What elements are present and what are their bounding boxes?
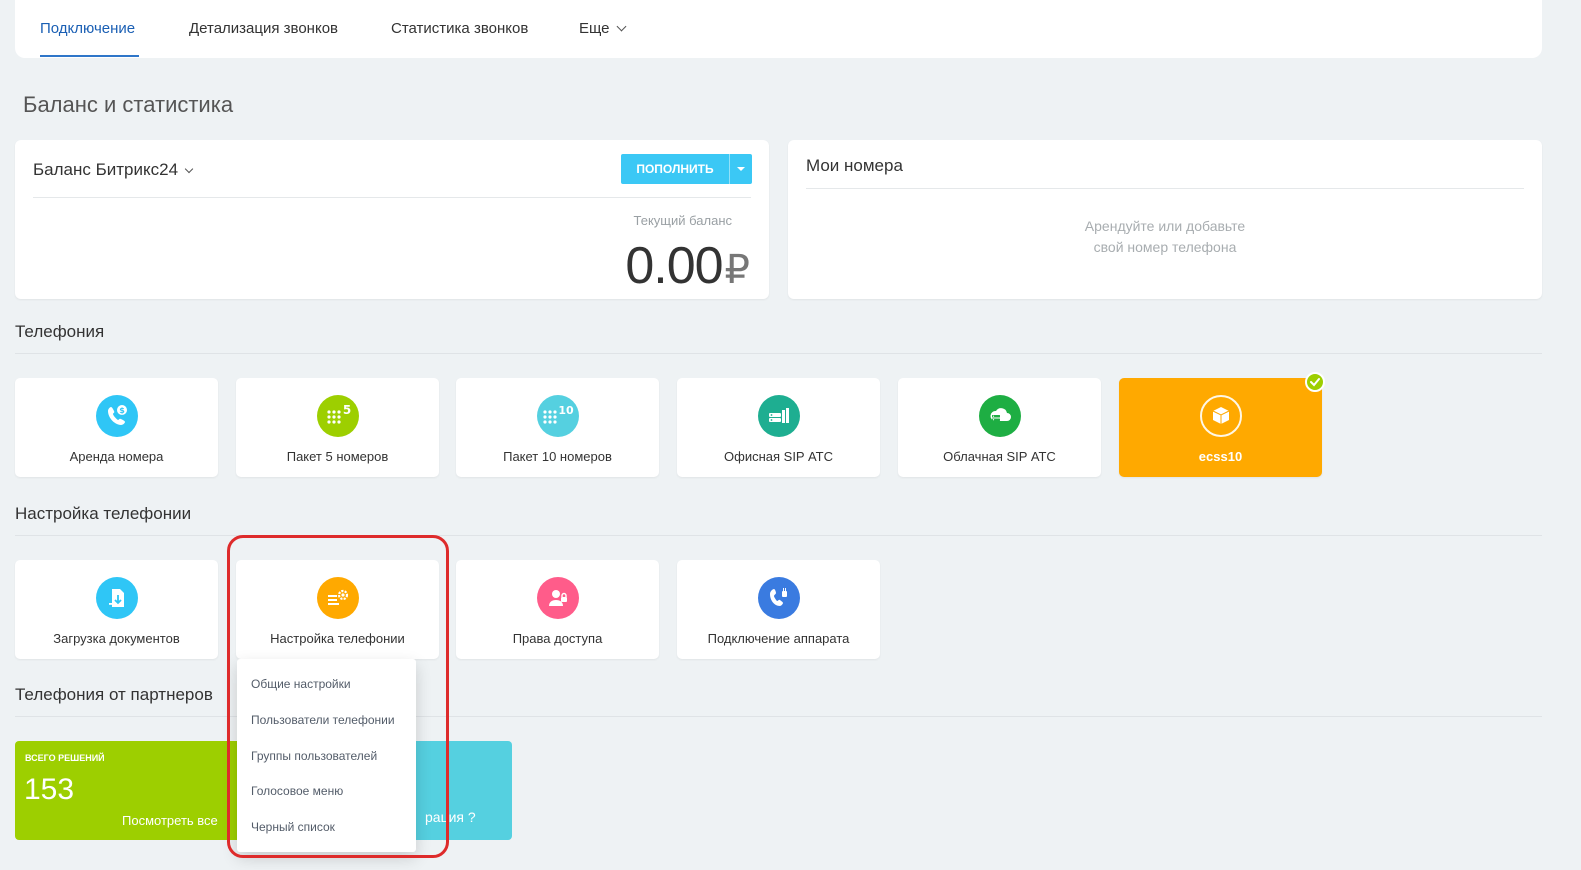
tile-label: Подключение аппарата bbox=[707, 631, 850, 646]
my-numbers-card: Мои номера Арендуйте или добавьте свой н… bbox=[788, 140, 1542, 299]
section-divider bbox=[15, 353, 1542, 354]
empty-line-2: свой номер телефона bbox=[1093, 239, 1237, 255]
tab-connection[interactable]: Подключение bbox=[40, 20, 135, 37]
tile-document-upload[interactable]: Загрузка документов bbox=[15, 560, 218, 659]
menu-item-blacklist[interactable]: Черный список bbox=[251, 820, 335, 834]
tile-ecss10[interactable]: ecss10 bbox=[1119, 378, 1322, 477]
partners-total-banner: ВСЕГО РЕШЕНИЙ 153 Посмотреть все bbox=[15, 741, 265, 840]
office-pbx-icon bbox=[758, 395, 800, 437]
total-solutions-label: ВСЕГО РЕШЕНИЙ bbox=[25, 753, 105, 763]
svg-text:10: 10 bbox=[558, 404, 574, 417]
telephony-settings-icon bbox=[317, 577, 359, 619]
balance-amount: 0.00₽ bbox=[625, 236, 750, 296]
document-upload-icon bbox=[96, 577, 138, 619]
settings-section-title: Настройка телефонии bbox=[15, 504, 192, 523]
tile-package-5[interactable]: 5 Пакет 5 номеров bbox=[236, 378, 439, 477]
cloud-pbx-icon bbox=[979, 395, 1021, 437]
tab-more-label: Еще bbox=[579, 20, 610, 37]
tile-label: Пакет 10 номеров bbox=[503, 449, 612, 464]
current-balance-label: Текущий баланс bbox=[633, 213, 732, 228]
tile-label: Загрузка документов bbox=[53, 631, 180, 646]
balance-title: Баланс Битрикс24 bbox=[33, 160, 179, 179]
tab-call-statistics[interactable]: Статистика звонков bbox=[391, 20, 528, 37]
tile-label: Пакет 5 номеров bbox=[286, 449, 389, 464]
tab-call-details[interactable]: Детализация звонков bbox=[189, 20, 338, 37]
menu-item-user-groups[interactable]: Группы пользователей bbox=[251, 749, 377, 763]
currency-symbol: ₽ bbox=[724, 248, 750, 292]
svg-text:$: $ bbox=[119, 406, 125, 415]
chevron-down-icon bbox=[616, 21, 626, 32]
dialpad-5-icon: 5 bbox=[317, 395, 359, 437]
active-tab-indicator bbox=[40, 55, 139, 57]
total-solutions-count: 153 bbox=[24, 773, 75, 806]
user-lock-icon bbox=[537, 577, 579, 619]
balance-selector[interactable]: Баланс Битрикс24 bbox=[33, 160, 194, 180]
tile-label: ecss10 bbox=[1198, 449, 1243, 464]
balance-value: 0.00 bbox=[625, 237, 723, 295]
my-numbers-title: Мои номера bbox=[806, 156, 903, 175]
menu-item-telephony-users[interactable]: Пользователи телефонии bbox=[251, 713, 395, 727]
divider bbox=[806, 188, 1524, 189]
phone-dollar-icon: $ bbox=[96, 395, 138, 437]
telephony-section-title: Телефония bbox=[15, 322, 105, 341]
tab-more[interactable]: Еще bbox=[579, 20, 626, 37]
tile-rent-number[interactable]: $ Аренда номера bbox=[15, 378, 218, 477]
divider bbox=[33, 197, 751, 198]
menu-item-voice-menu[interactable]: Голосовое меню bbox=[251, 784, 343, 798]
top-navigation: Подключение Детализация звонков Статисти… bbox=[15, 0, 1542, 58]
tile-label: Аренда номера bbox=[69, 449, 164, 464]
balance-card: Баланс Битрикс24 ПОПОЛНИТЬ Текущий балан… bbox=[15, 140, 769, 299]
tile-access-rights[interactable]: Права доступа bbox=[456, 560, 659, 659]
tile-device-connection[interactable]: Подключение аппарата bbox=[677, 560, 880, 659]
view-all-link[interactable]: Посмотреть все bbox=[122, 813, 218, 828]
tile-label: Облачная SIP АТС bbox=[943, 449, 1056, 464]
section-divider bbox=[15, 535, 1542, 536]
page-title: Баланс и статистика bbox=[23, 92, 234, 117]
tile-label: Настройка телефонии bbox=[270, 631, 405, 646]
partners-section-title: Телефония от партнеров bbox=[15, 685, 213, 704]
check-icon bbox=[1305, 372, 1325, 392]
topup-dropdown-arrow[interactable] bbox=[730, 167, 752, 171]
tile-office-sip[interactable]: Офисная SIP АТС bbox=[677, 378, 880, 477]
integration-promo-text: рация ? bbox=[425, 809, 476, 825]
tile-telephony-settings[interactable]: Настройка телефонии bbox=[236, 560, 439, 659]
tile-package-10[interactable]: 10 Пакет 10 номеров bbox=[456, 378, 659, 477]
telephony-settings-menu: Общие настройки Пользователи телефонии Г… bbox=[237, 659, 416, 852]
menu-item-general-settings[interactable]: Общие настройки bbox=[251, 677, 351, 691]
chevron-down-icon bbox=[184, 164, 194, 174]
caret-down-icon bbox=[737, 167, 745, 171]
box-icon bbox=[1200, 395, 1242, 437]
my-numbers-empty-text: Арендуйте или добавьте свой номер телефо… bbox=[788, 216, 1542, 258]
tile-label: Офисная SIP АТС bbox=[724, 449, 833, 464]
svg-text:5: 5 bbox=[343, 403, 351, 417]
phone-plug-icon bbox=[758, 577, 800, 619]
empty-line-1: Арендуйте или добавьте bbox=[1084, 218, 1246, 234]
dialpad-10-icon: 10 bbox=[537, 395, 579, 437]
tile-label: Права доступа bbox=[512, 631, 603, 646]
topup-label: ПОПОЛНИТЬ bbox=[636, 162, 714, 176]
tile-cloud-sip[interactable]: Облачная SIP АТС bbox=[898, 378, 1101, 477]
topup-button[interactable]: ПОПОЛНИТЬ bbox=[621, 154, 752, 184]
